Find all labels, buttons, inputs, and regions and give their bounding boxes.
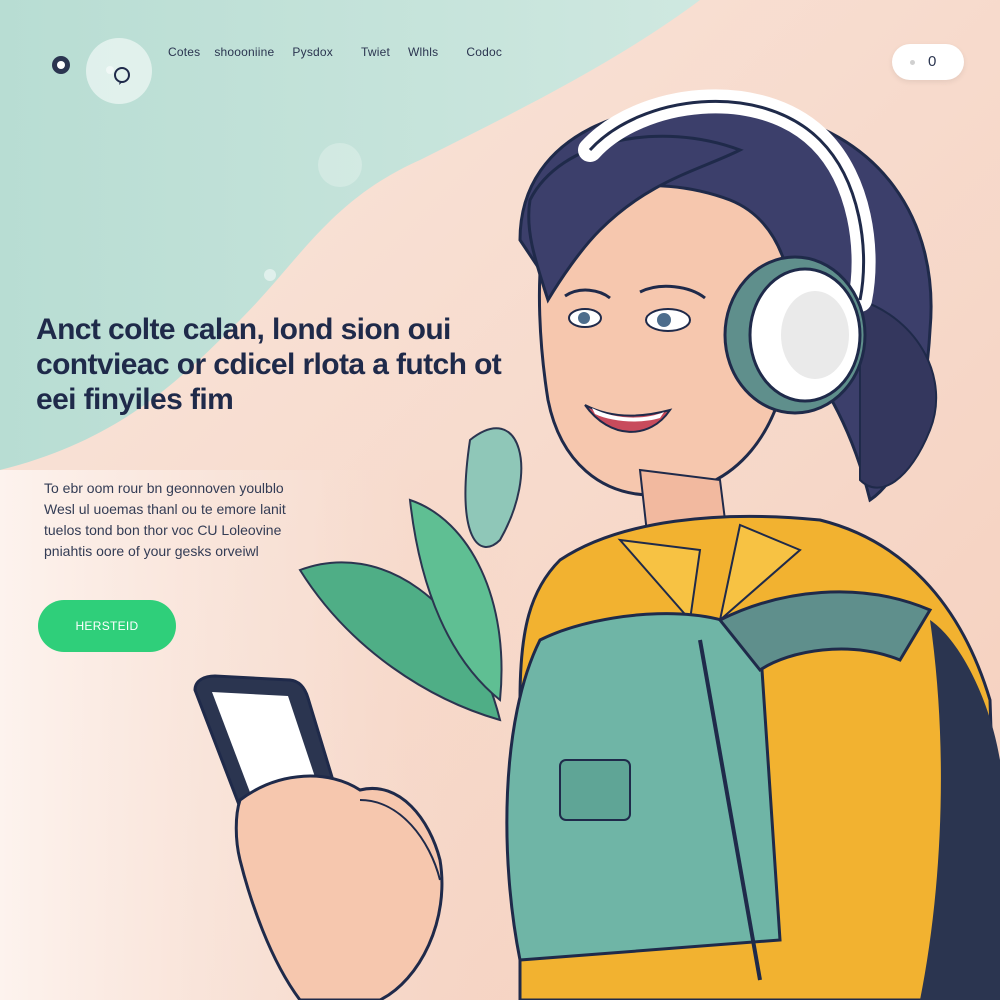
toggle-dot — [910, 60, 915, 65]
nav-item-4[interactable]: Twiet — [361, 45, 390, 59]
plant-leaves — [298, 427, 523, 722]
logo-icon[interactable] — [52, 56, 70, 74]
top-navigation: Cotes shoooniine Pysdox Twiet Wlhls Codo… — [168, 44, 502, 60]
nav-item-6[interactable]: Codoc — [466, 45, 502, 59]
nav-item-3[interactable]: Pysdox — [292, 45, 333, 59]
nav-item-1[interactable]: Cotes — [168, 45, 200, 59]
toggle-value: 0 — [928, 53, 937, 70]
account-toggle[interactable]: 0 — [892, 44, 964, 80]
cta-button[interactable]: HERSTEID — [38, 600, 176, 652]
nav-item-5[interactable]: Wlhls — [408, 45, 438, 59]
nav-item-2[interactable]: shoooniine — [214, 45, 274, 59]
chat-bubble-icon[interactable] — [112, 66, 132, 86]
hero-illustration — [193, 89, 1000, 1000]
